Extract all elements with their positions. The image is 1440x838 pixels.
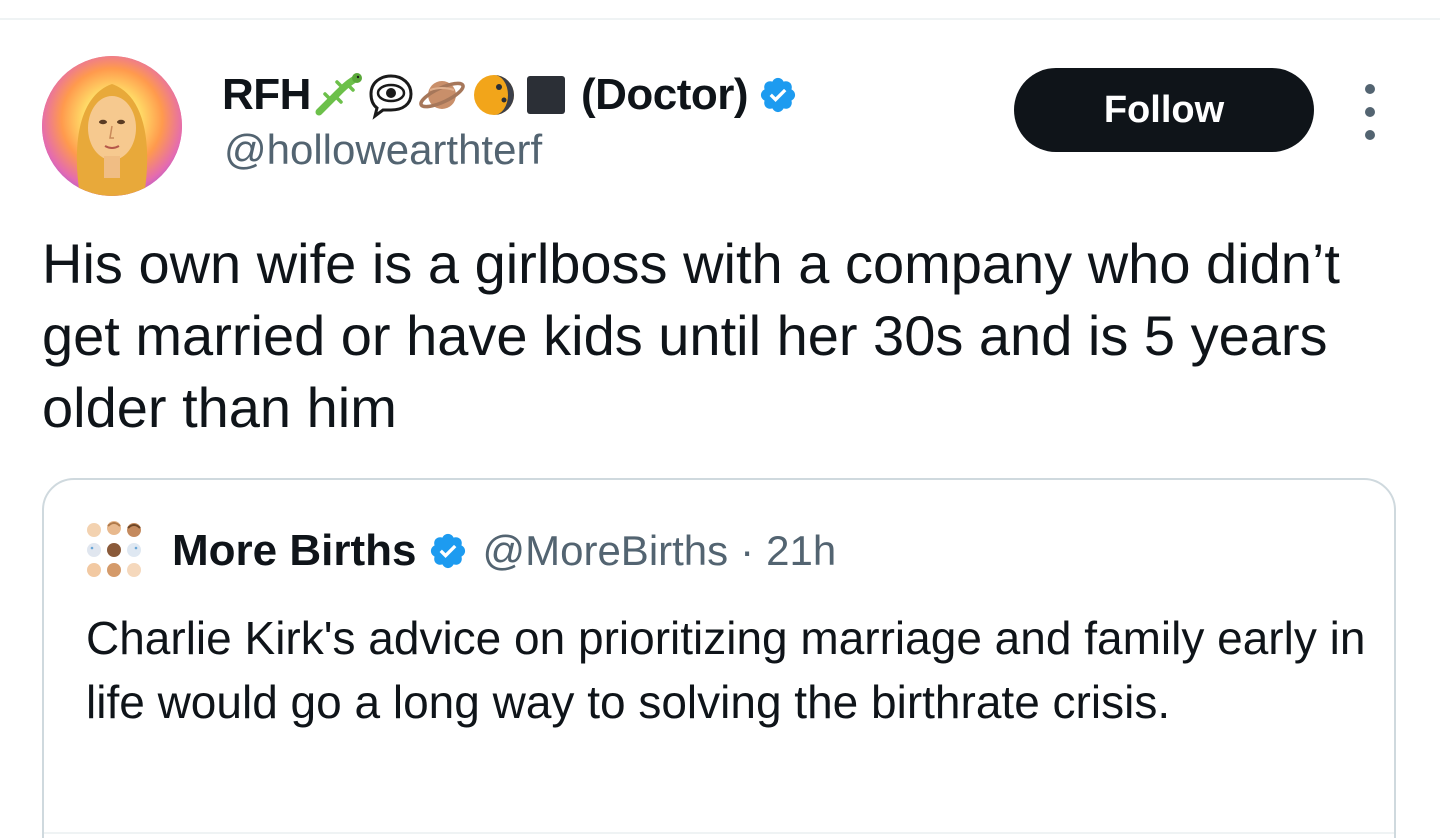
author-display-name[interactable]: RFH [222,70,311,120]
author-name-row[interactable]: RFH (Doctor) [222,64,798,126]
author-handle[interactable]: @hollowearthterf [224,126,542,174]
lizard-icon [313,70,363,120]
ringed-planet-icon [417,70,467,120]
follow-button[interactable]: Follow [1014,68,1314,152]
moon-icon [469,70,519,120]
more-dot [1365,107,1375,117]
more-dot [1365,84,1375,94]
quoted-author-handle[interactable]: @MoreBirths [482,527,728,575]
more-options-icon[interactable] [1352,84,1388,140]
verified-badge-icon[interactable] [758,75,798,115]
quoted-tweet-card[interactable]: More Births @MoreBirths · 21h Charlie Ki… [42,478,1396,838]
quoted-tweet-text: Charlie Kirk's advice on prioritizing ma… [86,612,1366,728]
eye-in-speech-bubble-icon [365,70,415,120]
quoted-author-avatar[interactable] [82,518,146,582]
black-square-icon [521,70,571,120]
more-dot [1365,130,1375,140]
dot-separator: · [740,527,755,574]
quoted-tweet-divider [44,832,1394,834]
author-display-name-suffix[interactable]: (Doctor) [581,70,749,120]
author-avatar[interactable] [42,56,182,196]
tweet-text: His own wife is a girlboss with a compan… [42,232,1340,439]
quoted-author-display-name[interactable]: More Births [172,526,416,576]
top-divider [0,18,1440,20]
verified-badge-icon[interactable] [428,531,468,571]
quoted-tweet-header: More Births @MoreBirths · 21h [172,524,836,578]
quoted-tweet-timestamp[interactable]: 21h [766,527,836,575]
